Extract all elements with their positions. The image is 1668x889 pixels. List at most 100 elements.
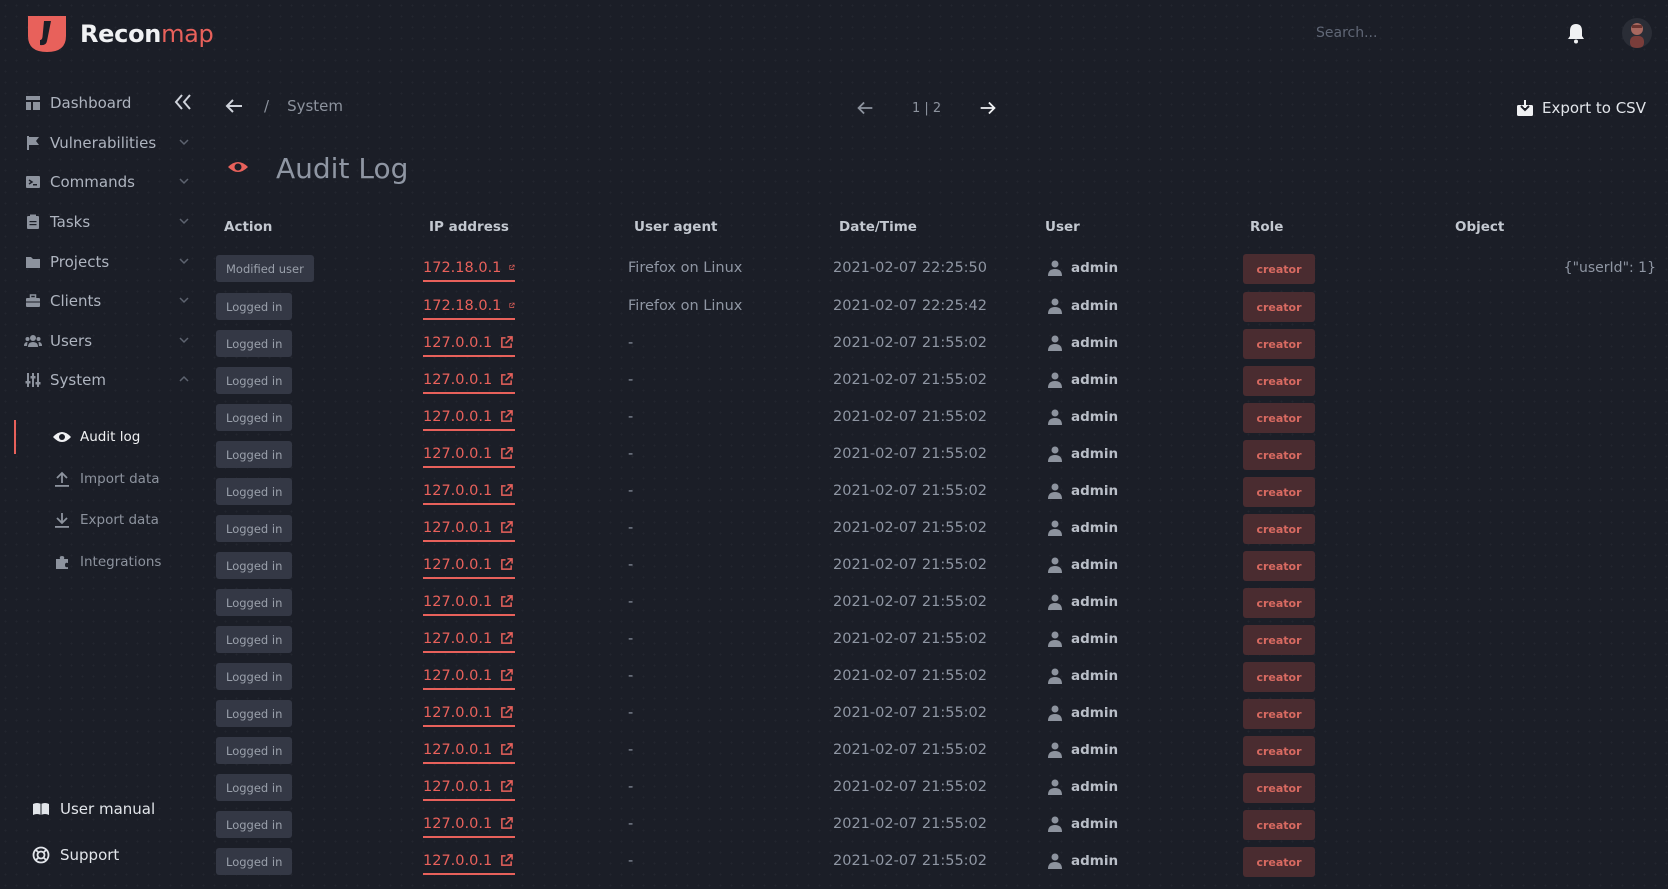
table-row: Logged in 127.0.0.1 - 2021-02-07 21:55:0… <box>216 696 1656 732</box>
ip-address-link[interactable]: 127.0.0.1 <box>423 478 515 505</box>
next-page-button[interactable] <box>975 95 1001 121</box>
search-input[interactable] <box>1316 20 1536 46</box>
table-row: Logged in 127.0.0.1 - 2021-02-07 21:55:0… <box>216 400 1656 436</box>
action-badge[interactable]: Logged in <box>216 774 293 801</box>
role-badge: creator <box>1243 662 1315 692</box>
user-agent-cell: - <box>628 335 634 351</box>
action-badge[interactable]: Logged in <box>216 589 293 616</box>
sidebar-item-dashboard[interactable]: Dashboard <box>24 88 190 118</box>
ip-address-link[interactable]: 127.0.0.1 <box>423 404 515 431</box>
sidebar-subitem-audit-log[interactable]: Audit log <box>52 422 202 452</box>
ip-address-link[interactable]: 127.0.0.1 <box>423 626 515 653</box>
action-badge[interactable]: Logged in <box>216 293 293 320</box>
ip-address-link[interactable]: 172.18.0.1 <box>423 255 515 282</box>
eye-icon <box>228 162 248 172</box>
sidebar-subitem-integrations[interactable]: Integrations <box>52 547 202 577</box>
ip-address-link[interactable]: 127.0.0.1 <box>423 737 515 764</box>
ip-address-link[interactable]: 127.0.0.1 <box>423 589 515 616</box>
user-manual-link[interactable]: User manual <box>32 794 155 824</box>
external-link-icon <box>501 743 514 755</box>
bell-icon[interactable] <box>1566 22 1586 44</box>
action-badge[interactable]: Logged in <box>216 478 293 505</box>
ip-address-link[interactable]: 127.0.0.1 <box>423 330 515 357</box>
user-cell[interactable]: admin <box>1048 409 1118 425</box>
user-cell[interactable]: admin <box>1048 779 1118 795</box>
action-badge[interactable]: Logged in <box>216 663 293 690</box>
sidebar-item-tasks[interactable]: Tasks <box>24 207 190 237</box>
sidebar-item-label: Dashboard <box>50 94 132 112</box>
action-badge[interactable]: Modified user <box>216 255 314 282</box>
user-icon <box>1048 853 1062 869</box>
ip-address-link[interactable]: 127.0.0.1 <box>423 367 515 394</box>
user-cell[interactable]: admin <box>1048 372 1118 388</box>
action-badge[interactable]: Logged in <box>216 367 293 394</box>
ip-address-text: 127.0.0.1 <box>423 852 493 869</box>
user-cell[interactable]: admin <box>1048 260 1118 276</box>
user-name: admin <box>1071 520 1119 536</box>
sidebar-item-clients[interactable]: Clients <box>24 286 190 316</box>
datetime-cell: 2021-02-07 21:55:02 <box>833 853 987 869</box>
avatar[interactable] <box>1622 18 1652 48</box>
table-row: Logged in 127.0.0.1 - 2021-02-07 21:55:0… <box>216 807 1656 843</box>
external-link-icon <box>501 558 514 570</box>
table-row: Logged in 127.0.0.1 - 2021-02-07 21:55:0… <box>216 844 1656 880</box>
export-csv-button[interactable]: Export to CSV <box>1516 96 1646 120</box>
ip-address-link[interactable]: 127.0.0.1 <box>423 441 515 468</box>
datetime-cell: 2021-02-07 21:55:02 <box>833 446 987 462</box>
sidebar-item-vulnerabilities[interactable]: Vulnerabilities <box>24 128 190 158</box>
ip-address-link[interactable]: 127.0.0.1 <box>423 663 515 690</box>
user-cell[interactable]: admin <box>1048 335 1118 351</box>
ip-address-link[interactable]: 127.0.0.1 <box>423 515 515 542</box>
sidebar-item-projects[interactable]: Projects <box>24 247 190 277</box>
action-badge[interactable]: Logged in <box>216 811 293 838</box>
sidebar-item-users[interactable]: Users <box>24 326 190 356</box>
action-badge[interactable]: Logged in <box>216 330 293 357</box>
action-badge[interactable]: Logged in <box>216 404 293 431</box>
ip-address-link[interactable]: 127.0.0.1 <box>423 811 515 838</box>
user-avatar-icon <box>1630 23 1644 48</box>
app-brand[interactable]: Reconmap <box>80 20 214 48</box>
reconmap-logo-icon <box>28 16 66 52</box>
user-icon <box>1048 409 1062 425</box>
action-badge[interactable]: Logged in <box>216 552 293 579</box>
user-cell[interactable]: admin <box>1048 298 1118 314</box>
user-icon <box>1048 594 1062 610</box>
user-cell[interactable]: admin <box>1048 557 1118 573</box>
ip-address-link[interactable]: 127.0.0.1 <box>423 552 515 579</box>
sidebar-item-system[interactable]: System <box>24 365 190 395</box>
user-name: admin <box>1071 668 1119 684</box>
ip-address-link[interactable]: 127.0.0.1 <box>423 700 515 727</box>
action-badge[interactable]: Logged in <box>216 737 293 764</box>
arrow-left-icon[interactable] <box>222 94 246 118</box>
user-cell[interactable]: admin <box>1048 668 1118 684</box>
action-badge[interactable]: Logged in <box>216 626 293 653</box>
action-badge[interactable]: Logged in <box>216 700 293 727</box>
user-cell[interactable]: admin <box>1048 705 1118 721</box>
ip-address-link[interactable]: 172.18.0.1 <box>423 293 515 320</box>
folder-icon <box>24 253 42 271</box>
user-cell[interactable]: admin <box>1048 631 1118 647</box>
table-row: Logged in 127.0.0.1 - 2021-02-07 21:55:0… <box>216 659 1656 695</box>
user-cell[interactable]: admin <box>1048 446 1118 462</box>
action-badge[interactable]: Logged in <box>216 515 293 542</box>
previous-page-button[interactable] <box>852 95 878 121</box>
user-cell[interactable]: admin <box>1048 742 1118 758</box>
action-badge[interactable]: Logged in <box>216 441 293 468</box>
external-link-icon <box>509 302 515 308</box>
support-link[interactable]: Support <box>32 840 119 870</box>
user-name: admin <box>1071 853 1119 869</box>
breadcrumb-current[interactable]: System <box>287 97 343 115</box>
user-cell[interactable]: admin <box>1048 520 1118 536</box>
user-cell[interactable]: admin <box>1048 816 1118 832</box>
sidebar-item-commands[interactable]: Commands <box>24 167 190 197</box>
ip-address-text: 127.0.0.1 <box>423 667 493 684</box>
user-cell[interactable]: admin <box>1048 594 1118 610</box>
ip-address-link[interactable]: 127.0.0.1 <box>423 774 515 801</box>
user-cell[interactable]: admin <box>1048 483 1118 499</box>
action-badge[interactable]: Logged in <box>216 848 293 875</box>
sidebar-subitem-export-data[interactable]: Export data <box>52 505 202 535</box>
ip-address-link[interactable]: 127.0.0.1 <box>423 848 515 875</box>
user-cell[interactable]: admin <box>1048 853 1118 869</box>
sidebar-subitem-import-data[interactable]: Import data <box>52 464 202 494</box>
external-link-icon <box>501 447 514 459</box>
